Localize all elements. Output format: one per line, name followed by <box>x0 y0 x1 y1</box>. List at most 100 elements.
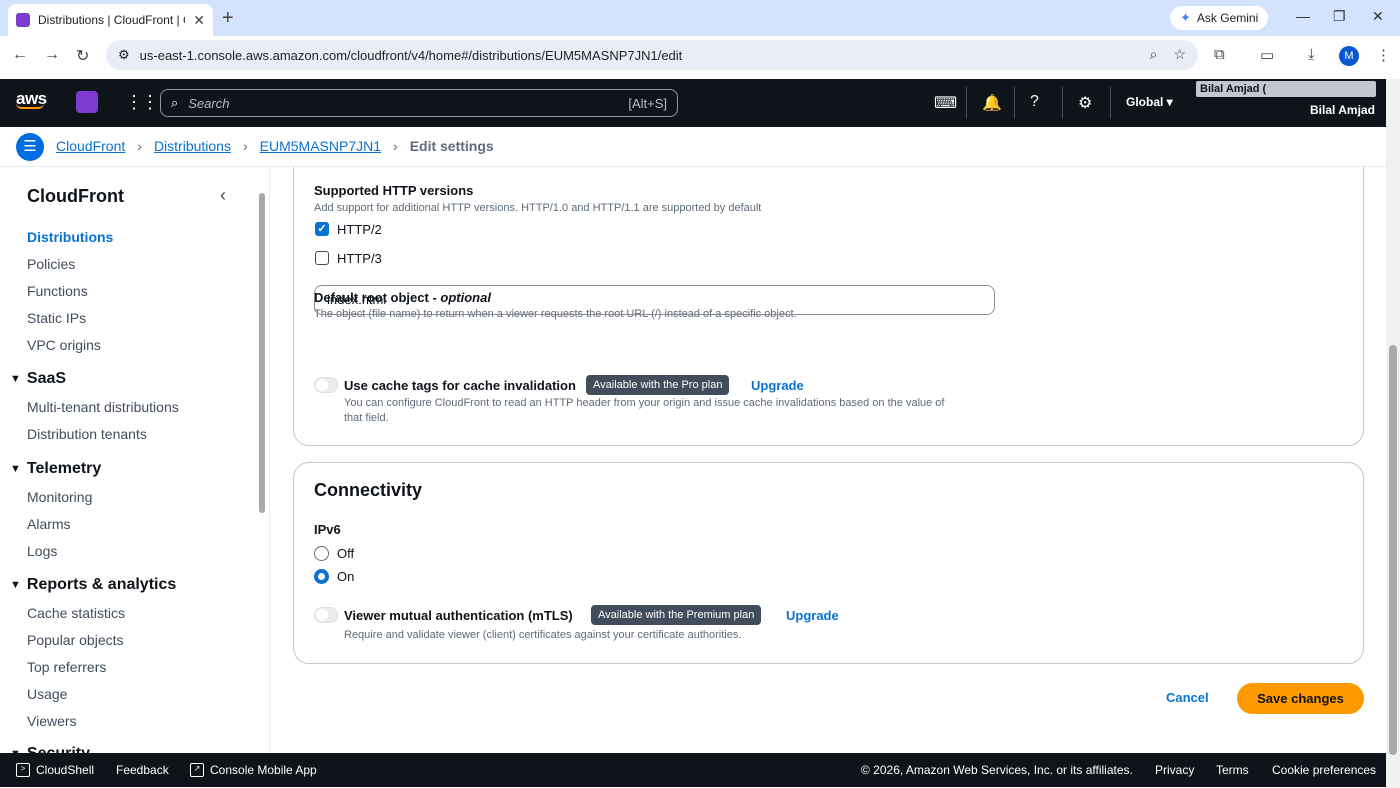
header-divider <box>1110 87 1111 119</box>
account-id-bar[interactable]: Bilal Amjad ( <box>1196 81 1376 97</box>
sidebar-item-vpc-origins[interactable]: VPC origins <box>27 337 101 353</box>
sidebar-item-viewers[interactable]: Viewers <box>27 713 77 729</box>
zoom-icon[interactable]: ⌕ <box>1150 46 1158 63</box>
extensions-icon[interactable]: ⧉ <box>1214 46 1225 63</box>
tab-search-icon[interactable]: ▭ <box>1260 46 1274 64</box>
mobile-app-label: Console Mobile App <box>210 763 317 777</box>
region-selector[interactable]: Global ▾ <box>1126 95 1173 109</box>
root-object-input[interactable]: index.html <box>314 285 995 315</box>
caret-down-icon: ▼ <box>10 373 21 385</box>
cloudshell-link[interactable]: > CloudShell <box>16 763 94 777</box>
http2-label[interactable]: HTTP/2 <box>337 222 382 237</box>
nav-section-label: Reports & analytics <box>26 576 177 593</box>
reload-icon[interactable]: ↻ <box>76 46 89 66</box>
forward-icon[interactable]: → <box>44 46 60 64</box>
site-info-icon[interactable]: ⚙ <box>118 47 130 63</box>
ipv6-off-radio[interactable] <box>314 546 329 561</box>
address-toolbar: ← → ↻ ⚙ us-east-1.console.aws.amazon.com… <box>0 36 1400 76</box>
close-window-icon[interactable]: ✕ <box>1372 8 1384 25</box>
ipv6-off-label[interactable]: Off <box>337 546 354 561</box>
sidebar-item-static-ips[interactable]: Static IPs <box>27 310 86 326</box>
account-top-label: Bilal Amjad ( <box>1200 83 1267 95</box>
minimize-icon[interactable]: — <box>1296 8 1310 24</box>
feedback-link[interactable]: Feedback <box>116 763 169 777</box>
url-text: us-east-1.console.aws.amazon.com/cloudfr… <box>139 47 683 63</box>
ipv6-on-radio[interactable] <box>314 569 329 584</box>
browser-menu-icon[interactable]: ⋮ <box>1376 46 1391 64</box>
sidebar-item-alarms[interactable]: Alarms <box>27 516 71 532</box>
cache-tags-label: Use cache tags for cache invalidation <box>344 378 576 393</box>
maximize-icon[interactable]: ❐ <box>1333 8 1346 25</box>
nav-section-label: Telemetry <box>26 460 102 477</box>
terms-link[interactable]: Terms <box>1216 763 1249 777</box>
sidebar-item-cache-statistics[interactable]: Cache statistics <box>27 605 125 621</box>
notifications-icon[interactable]: 🔔 <box>982 93 1002 113</box>
cache-tags-upgrade-link[interactable]: Upgrade <box>751 378 804 393</box>
connectivity-title: Connectivity <box>314 480 423 500</box>
account-name[interactable]: Bilal Amjad <box>1310 103 1375 117</box>
sidebar-item-usage[interactable]: Usage <box>27 686 67 702</box>
http3-checkbox[interactable] <box>315 251 329 265</box>
aws-logo[interactable]: aws <box>16 89 47 109</box>
cloudfront-service-icon[interactable] <box>76 91 98 113</box>
mobile-app-link[interactable]: ↗ Console Mobile App <box>190 763 317 777</box>
sidebar-item-monitoring[interactable]: Monitoring <box>27 489 92 505</box>
connectivity-panel: Connectivity IPv6 Off On Viewer mutual a… <box>293 462 1364 664</box>
mtls-description: Require and validate viewer (client) cer… <box>344 629 742 641</box>
breadcrumb-bar: ☰ CloudFront › Distributions › EUM5MASNP… <box>0 127 1386 167</box>
bookmark-star-icon[interactable]: ☆ <box>1173 46 1186 63</box>
caret-down-icon: ▼ <box>10 579 21 591</box>
back-icon[interactable]: ← <box>12 46 28 64</box>
help-icon[interactable]: ? <box>1030 93 1039 111</box>
collapse-nav-icon[interactable]: ‹ <box>220 185 226 206</box>
nav-section-telemetry[interactable]: ▼ Telemetry <box>10 460 101 478</box>
sidebar-item-policies[interactable]: Policies <box>27 256 75 272</box>
browser-tab[interactable]: Distributions | CloudFront | Glo ✕ <box>8 4 213 36</box>
page-scrollbar[interactable] <box>1386 79 1400 788</box>
nav-section-reports[interactable]: ▼ Reports & analytics <box>10 576 176 594</box>
sidebar-item-multi-tenant[interactable]: Multi-tenant distributions <box>27 399 179 415</box>
ask-gemini-button[interactable]: ✦ Ask Gemini <box>1170 6 1269 30</box>
profile-avatar[interactable]: M <box>1339 46 1359 66</box>
nav-scroll-thumb[interactable] <box>259 193 265 513</box>
privacy-link[interactable]: Privacy <box>1155 763 1194 777</box>
main-content: Supported HTTP versions Add support for … <box>271 167 1386 753</box>
mtls-toggle[interactable] <box>314 607 338 623</box>
nav-scrollbar[interactable] <box>257 179 267 749</box>
cookie-preferences-link[interactable]: Cookie preferences <box>1272 763 1376 777</box>
hamburger-menu-icon[interactable]: ☰ <box>16 133 44 161</box>
nav-section-security[interactable]: ▼Security <box>10 745 90 753</box>
console-footer: > CloudShell Feedback ↗ Console Mobile App… <box>0 753 1386 787</box>
http-versions-description: Add support for additional HTTP versions… <box>314 202 762 214</box>
new-tab-icon[interactable]: + <box>222 8 234 28</box>
nav-section-saas[interactable]: ▼ SaaS <box>10 370 66 388</box>
sidebar-item-functions[interactable]: Functions <box>27 283 88 299</box>
breadcrumb-distribution-id[interactable]: EUM5MASNP7JN1 <box>260 138 381 154</box>
ipv6-on-label[interactable]: On <box>337 569 354 584</box>
mtls-upgrade-link[interactable]: Upgrade <box>786 608 839 623</box>
cloudshell-icon[interactable]: ⌨ <box>934 93 957 113</box>
ask-gemini-label: Ask Gemini <box>1196 11 1259 25</box>
download-icon[interactable]: ⤓ <box>1308 46 1315 63</box>
cancel-button[interactable]: Cancel <box>1166 690 1209 705</box>
page-scroll-thumb[interactable] <box>1389 345 1397 755</box>
cache-tags-toggle[interactable] <box>314 377 338 393</box>
sidebar-item-logs[interactable]: Logs <box>27 543 57 559</box>
header-divider <box>1062 87 1063 119</box>
save-changes-button[interactable]: Save changes <box>1237 683 1364 714</box>
browser-tab-strip: Distributions | CloudFront | Glo ✕ + ✦ A… <box>0 0 1400 36</box>
url-bar[interactable]: ⚙ us-east-1.console.aws.amazon.com/cloud… <box>106 40 1198 70</box>
nav-title[interactable]: CloudFront <box>27 186 124 207</box>
pro-plan-badge: Available with the Pro plan <box>586 375 730 395</box>
close-tab-icon[interactable]: ✕ <box>193 12 205 29</box>
breadcrumb-cloudfront[interactable]: CloudFront <box>56 138 125 154</box>
settings-gear-icon[interactable]: ⚙ <box>1078 93 1092 113</box>
http2-checkbox[interactable]: ✓ <box>315 222 329 236</box>
http3-label[interactable]: HTTP/3 <box>337 251 382 266</box>
sidebar-item-distribution-tenants[interactable]: Distribution tenants <box>27 426 147 442</box>
search-input[interactable]: ⌕ Search [Alt+S] <box>160 89 678 117</box>
sidebar-item-popular-objects[interactable]: Popular objects <box>27 632 124 648</box>
breadcrumb-distributions[interactable]: Distributions <box>154 138 231 154</box>
sidebar-item-top-referrers[interactable]: Top referrers <box>27 659 106 675</box>
sidebar-item-distributions[interactable]: Distributions <box>27 229 113 245</box>
